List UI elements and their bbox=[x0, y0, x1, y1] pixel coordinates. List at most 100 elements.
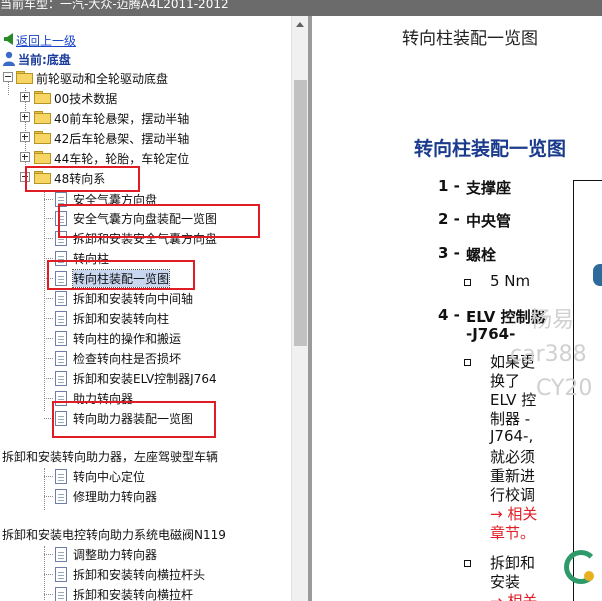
watermark-text: 杨易 bbox=[530, 308, 575, 333]
current-location-label: 当前:底盘 bbox=[18, 53, 71, 67]
collapse-toggle-icon[interactable] bbox=[3, 72, 13, 82]
bullet-square-icon bbox=[464, 279, 471, 286]
document-icon bbox=[55, 351, 67, 366]
scroll-up-arrow-icon[interactable] bbox=[292, 16, 309, 33]
tree-leaf-label: 转向柱的操作和搬运 bbox=[73, 332, 182, 346]
back-link[interactable]: 返回上一级 bbox=[16, 32, 76, 49]
highlight-box bbox=[47, 260, 195, 290]
item-number: 1 - bbox=[438, 177, 460, 195]
tree-leaf[interactable]: 调整助力转向器 bbox=[44, 545, 284, 563]
item-number: 4 - bbox=[438, 306, 460, 324]
watermark-text: car388 bbox=[510, 342, 587, 367]
watermark-logo-dot bbox=[584, 571, 594, 581]
tree-folder[interactable]: 40前车轮悬架，摆动半轴 bbox=[20, 109, 280, 127]
related-link[interactable]: → 相关 bbox=[490, 503, 537, 524]
window-title-bar: 当前车型：一汽-大众-迈腾A4L2011-2012 bbox=[0, 0, 602, 16]
related-link[interactable]: 章节。 bbox=[490, 522, 535, 543]
back-arrow-icon[interactable] bbox=[4, 33, 13, 45]
tree-root[interactable]: 前轮驱动和全轮驱动底盘 bbox=[3, 69, 283, 87]
tree-folder-label: 40前车轮悬架，摆动半轴 bbox=[54, 112, 190, 126]
highlight-box bbox=[52, 401, 216, 438]
note-line: 换了 bbox=[490, 372, 521, 390]
folder-icon bbox=[34, 111, 51, 124]
document-icon bbox=[55, 489, 67, 504]
tree-leaf-label: 转向中心定位 bbox=[73, 470, 146, 484]
tree-leaf-label: 拆卸和安装转向中间轴 bbox=[73, 292, 194, 306]
expand-toggle-icon[interactable] bbox=[20, 112, 30, 122]
torque-value: 5 Nm bbox=[490, 272, 531, 290]
document-icon bbox=[55, 587, 67, 601]
note-line: ELV 控 bbox=[490, 391, 537, 409]
diagram-fragment bbox=[593, 264, 602, 286]
highlight-box bbox=[25, 166, 140, 192]
note-line: 重新进 bbox=[490, 467, 536, 485]
tree-folder[interactable]: 42后车轮悬架、摆动半轴 bbox=[20, 129, 280, 147]
tree-folder-label: 42后车轮悬架、摆动半轴 bbox=[54, 132, 190, 146]
content-header-title: 转向柱装配一览图 bbox=[402, 29, 538, 49]
content-main-title: 转向柱装配一览图 bbox=[414, 138, 567, 160]
content-pane: 转向柱装配一览图 转向柱装配一览图 1 - 支撑座 2 - 中央管 3 - 螺栓… bbox=[312, 16, 602, 601]
tree-group-title[interactable]: 拆卸和安装转向助力器，左座驾驶型车辆 bbox=[2, 447, 292, 465]
note-line: J764-, bbox=[490, 427, 534, 445]
document-icon bbox=[55, 547, 67, 562]
bullet-square-icon bbox=[464, 560, 471, 567]
tree-group-label: 拆卸和安装电控转向助力系统电磁阀N119 bbox=[2, 528, 226, 542]
tree-leaf[interactable]: 转向中心定位 bbox=[44, 467, 284, 485]
tree-leaf-label: 拆卸和安装转向柱 bbox=[73, 312, 170, 326]
item-label: 中央管 bbox=[466, 212, 512, 230]
item-number: 2 - bbox=[438, 210, 460, 228]
document-icon bbox=[55, 291, 67, 306]
tree-root-label: 前轮驱动和全轮驱动底盘 bbox=[36, 72, 169, 86]
highlight-box bbox=[58, 204, 260, 238]
expand-toggle-icon[interactable] bbox=[20, 132, 30, 142]
tree-folder-label: 44车轮，轮胎，车轮定位 bbox=[54, 152, 190, 166]
item-number: 3 - bbox=[438, 244, 460, 262]
tree-leaf[interactable]: 转向柱的操作和搬运 bbox=[44, 329, 284, 347]
tree-leaf[interactable]: 检查转向柱是否损坏 bbox=[44, 349, 284, 367]
item-label: 支撑座 bbox=[466, 179, 512, 197]
note-line: 安装 bbox=[490, 573, 521, 591]
tree-leaf[interactable]: 拆卸和安装转向横拉杆头 bbox=[44, 565, 284, 583]
folder-open-icon bbox=[16, 71, 33, 84]
tree-folder[interactable]: 00技术数据 bbox=[20, 89, 280, 107]
tree-folder-label: 00技术数据 bbox=[54, 92, 118, 106]
tree-leaf-label: 调整助力转向器 bbox=[73, 548, 158, 562]
watermark-text: CY20 bbox=[536, 376, 593, 401]
note-line: 拆卸和 bbox=[490, 554, 536, 572]
document-icon bbox=[55, 331, 67, 346]
tree-leaf-label: 拆卸和安装转向横拉杆 bbox=[73, 588, 194, 601]
person-icon bbox=[3, 51, 15, 66]
expand-toggle-icon[interactable] bbox=[20, 152, 30, 162]
document-icon bbox=[55, 469, 67, 484]
note-line: 制器 - bbox=[490, 410, 531, 428]
tree-leaf[interactable]: 拆卸和安装转向中间轴 bbox=[44, 289, 284, 307]
document-icon bbox=[55, 567, 67, 582]
tree-leaf[interactable]: 拆卸和安装转向柱 bbox=[44, 309, 284, 327]
expand-toggle-icon[interactable] bbox=[20, 92, 30, 102]
tree-scrollbar[interactable] bbox=[291, 16, 309, 601]
tree-leaf-label: 修理助力转向器 bbox=[73, 490, 158, 504]
document-icon bbox=[55, 371, 67, 386]
tree-leaf-label: 拆卸和安装ELV控制器J764 bbox=[73, 372, 217, 386]
tree-group-label: 拆卸和安装转向助力器，左座驾驶型车辆 bbox=[2, 450, 219, 464]
folder-icon bbox=[34, 131, 51, 144]
folder-icon bbox=[34, 91, 51, 104]
folder-icon bbox=[34, 151, 51, 164]
scroll-thumb[interactable] bbox=[294, 80, 307, 346]
related-link[interactable]: → 相关 bbox=[490, 590, 537, 601]
bullet-square-icon bbox=[464, 359, 471, 366]
tree-group-title[interactable]: 拆卸和安装电控转向助力系统电磁阀N119 bbox=[2, 525, 292, 543]
document-icon bbox=[55, 311, 67, 326]
tree-leaf[interactable]: 修理助力转向器 bbox=[44, 487, 284, 505]
item-label-line2: -J764- bbox=[466, 325, 516, 343]
note-line: 行校调 bbox=[490, 486, 536, 504]
tree-leaf-label: 拆卸和安装转向横拉杆头 bbox=[73, 568, 206, 582]
tree-leaf[interactable]: 拆卸和安装转向横拉杆 bbox=[44, 585, 284, 601]
tree-leaf-label: 检查转向柱是否损坏 bbox=[73, 352, 182, 366]
tree-leaf[interactable]: 拆卸和安装ELV控制器J764 bbox=[44, 369, 284, 387]
tree-folder[interactable]: 44车轮，轮胎，车轮定位 bbox=[20, 149, 280, 167]
tree-pane[interactable]: 返回上一级 当前:底盘 前轮驱动和全轮驱动底盘 00技术数据 40前车轮悬架，摆… bbox=[0, 16, 308, 601]
item-label: 螺栓 bbox=[466, 246, 497, 264]
note-line: 就必须 bbox=[490, 448, 536, 466]
window-title: 当前车型：一汽-大众-迈腾A4L2011-2012 bbox=[0, 0, 229, 11]
